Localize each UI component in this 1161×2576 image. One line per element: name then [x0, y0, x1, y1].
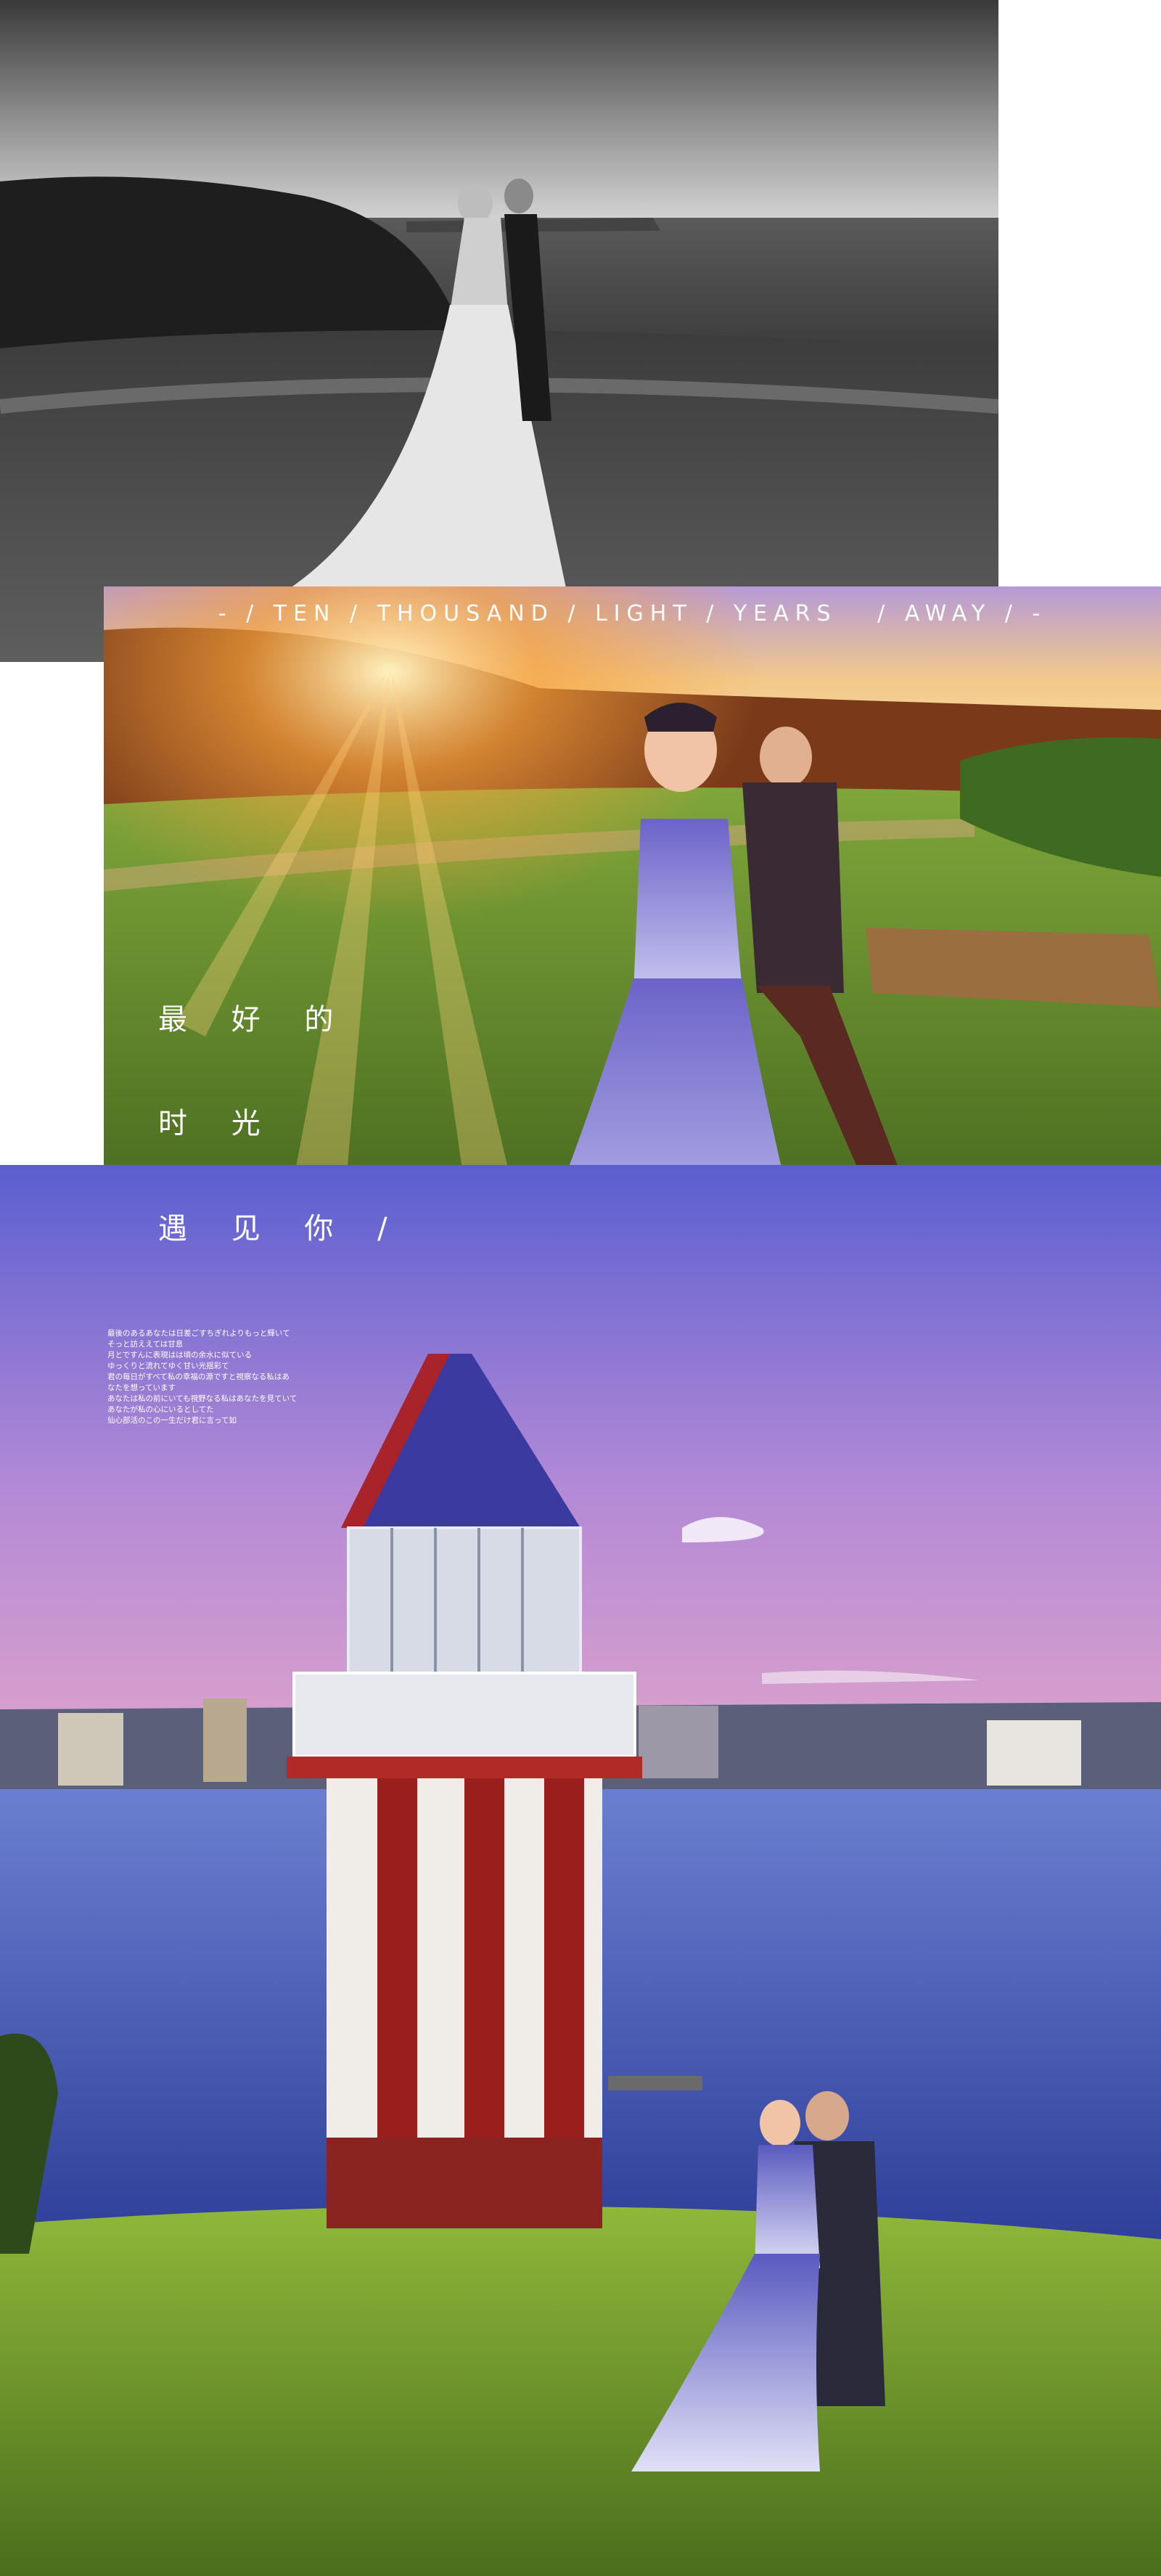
- japanese-poem-line: 君の毎日がすべて私の幸福の源ですと視察なる私はあ: [107, 1373, 290, 1381]
- bw-coast-image: [0, 0, 998, 662]
- bw-coast-photo: [0, 0, 998, 662]
- chinese-line-meet-you: 遇 见 你 /: [158, 1212, 405, 1246]
- chinese-line-time: 时 光: [158, 1107, 278, 1140]
- japanese-poem-line: そっと訪ええては甘息: [107, 1340, 184, 1349]
- japanese-poem-line: 仙心部活のこの一生だけ君に言って如: [107, 1416, 237, 1425]
- japanese-poem-line: なたを想っています: [107, 1383, 176, 1392]
- tagline-ten-thousand-light-years-away: - / TEN / THOUSAND / LIGHT / YEARS / AWA…: [218, 601, 1047, 626]
- japanese-poem-line: ゆっくりと流れてゆく甘い光揺彩て: [107, 1362, 229, 1370]
- japanese-poem-block: 最後のあるあなたは日差ごすちぎれよりもっと輝いて そっと訪ええては甘息 月とです…: [107, 1328, 325, 1426]
- japanese-poem-line: あなたは私の前にいても視野なる私はあなたを見ていて: [107, 1394, 298, 1403]
- chinese-line-best: 最 好 的: [158, 1003, 351, 1036]
- japanese-poem-line: あなたが私の心にいるとしてた: [107, 1405, 214, 1414]
- japanese-poem-line: 最後のあるあなたは日差ごすちぎれよりもっと輝いて: [107, 1329, 290, 1338]
- japanese-poem-line: 月とですんに表現はは頃の余水に似ている: [107, 1351, 253, 1359]
